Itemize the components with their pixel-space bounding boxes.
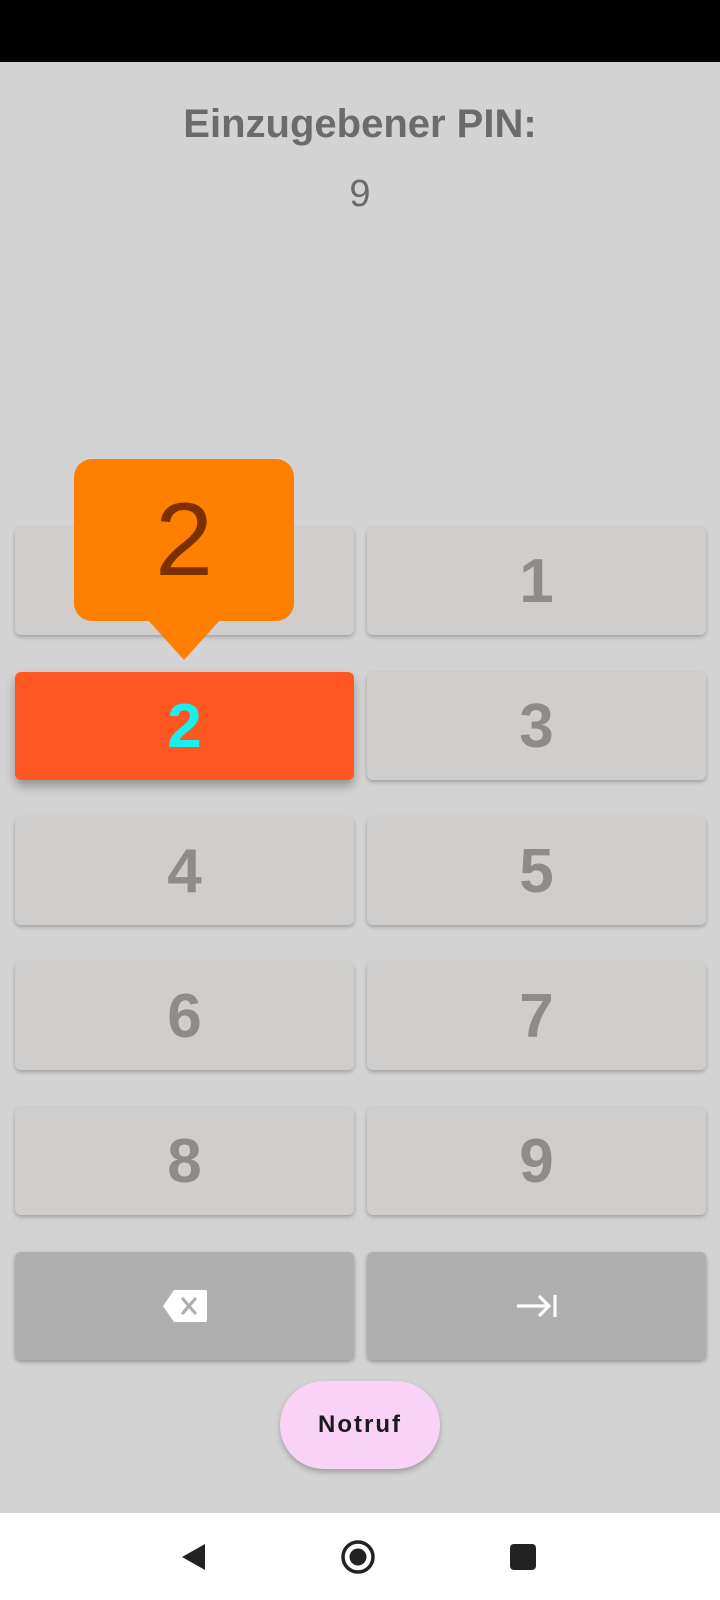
key-label: 8	[167, 1126, 202, 1196]
emergency-call-label: Notruf	[318, 1411, 402, 1438]
key-label: 9	[519, 1126, 554, 1196]
key-3[interactable]: 3	[367, 672, 706, 780]
key-label: 3	[519, 691, 554, 761]
key-7[interactable]: 7	[367, 962, 706, 1070]
key-4[interactable]: 4	[15, 817, 354, 925]
home-circle-icon	[340, 1539, 376, 1575]
key-label: 6	[167, 981, 202, 1051]
key-label: 5	[519, 836, 554, 906]
back-button[interactable]	[163, 1527, 223, 1587]
recents-button[interactable]	[493, 1527, 553, 1587]
key-label: 1	[519, 546, 554, 616]
key-preview-popup: 2	[74, 459, 294, 621]
tab-arrow-icon	[515, 1293, 559, 1319]
pin-label: Einzugebener PIN:	[183, 102, 537, 146]
key-label: 7	[519, 981, 554, 1051]
key-preview-text: 2	[155, 482, 213, 598]
backspace-icon	[162, 1289, 208, 1323]
emergency-call-button[interactable]: Notruf	[280, 1381, 440, 1469]
backspace-button[interactable]	[15, 1252, 354, 1360]
pin-value: 9	[349, 173, 371, 215]
status-bar	[0, 0, 720, 62]
key-1[interactable]: 1	[367, 527, 706, 635]
recents-square-icon	[509, 1543, 537, 1571]
back-triangle-icon	[179, 1542, 207, 1572]
key-preview-popup-tail	[148, 620, 220, 660]
key-label: 2	[167, 691, 202, 761]
key-8[interactable]: 8	[15, 1107, 354, 1215]
home-button[interactable]	[328, 1527, 388, 1587]
key-label: 4	[167, 836, 202, 906]
key-5[interactable]: 5	[367, 817, 706, 925]
key-6[interactable]: 6	[15, 962, 354, 1070]
key-9[interactable]: 9	[367, 1107, 706, 1215]
navigation-bar	[0, 1513, 720, 1600]
key-2[interactable]: 2	[15, 672, 354, 780]
submit-button[interactable]	[367, 1252, 706, 1360]
